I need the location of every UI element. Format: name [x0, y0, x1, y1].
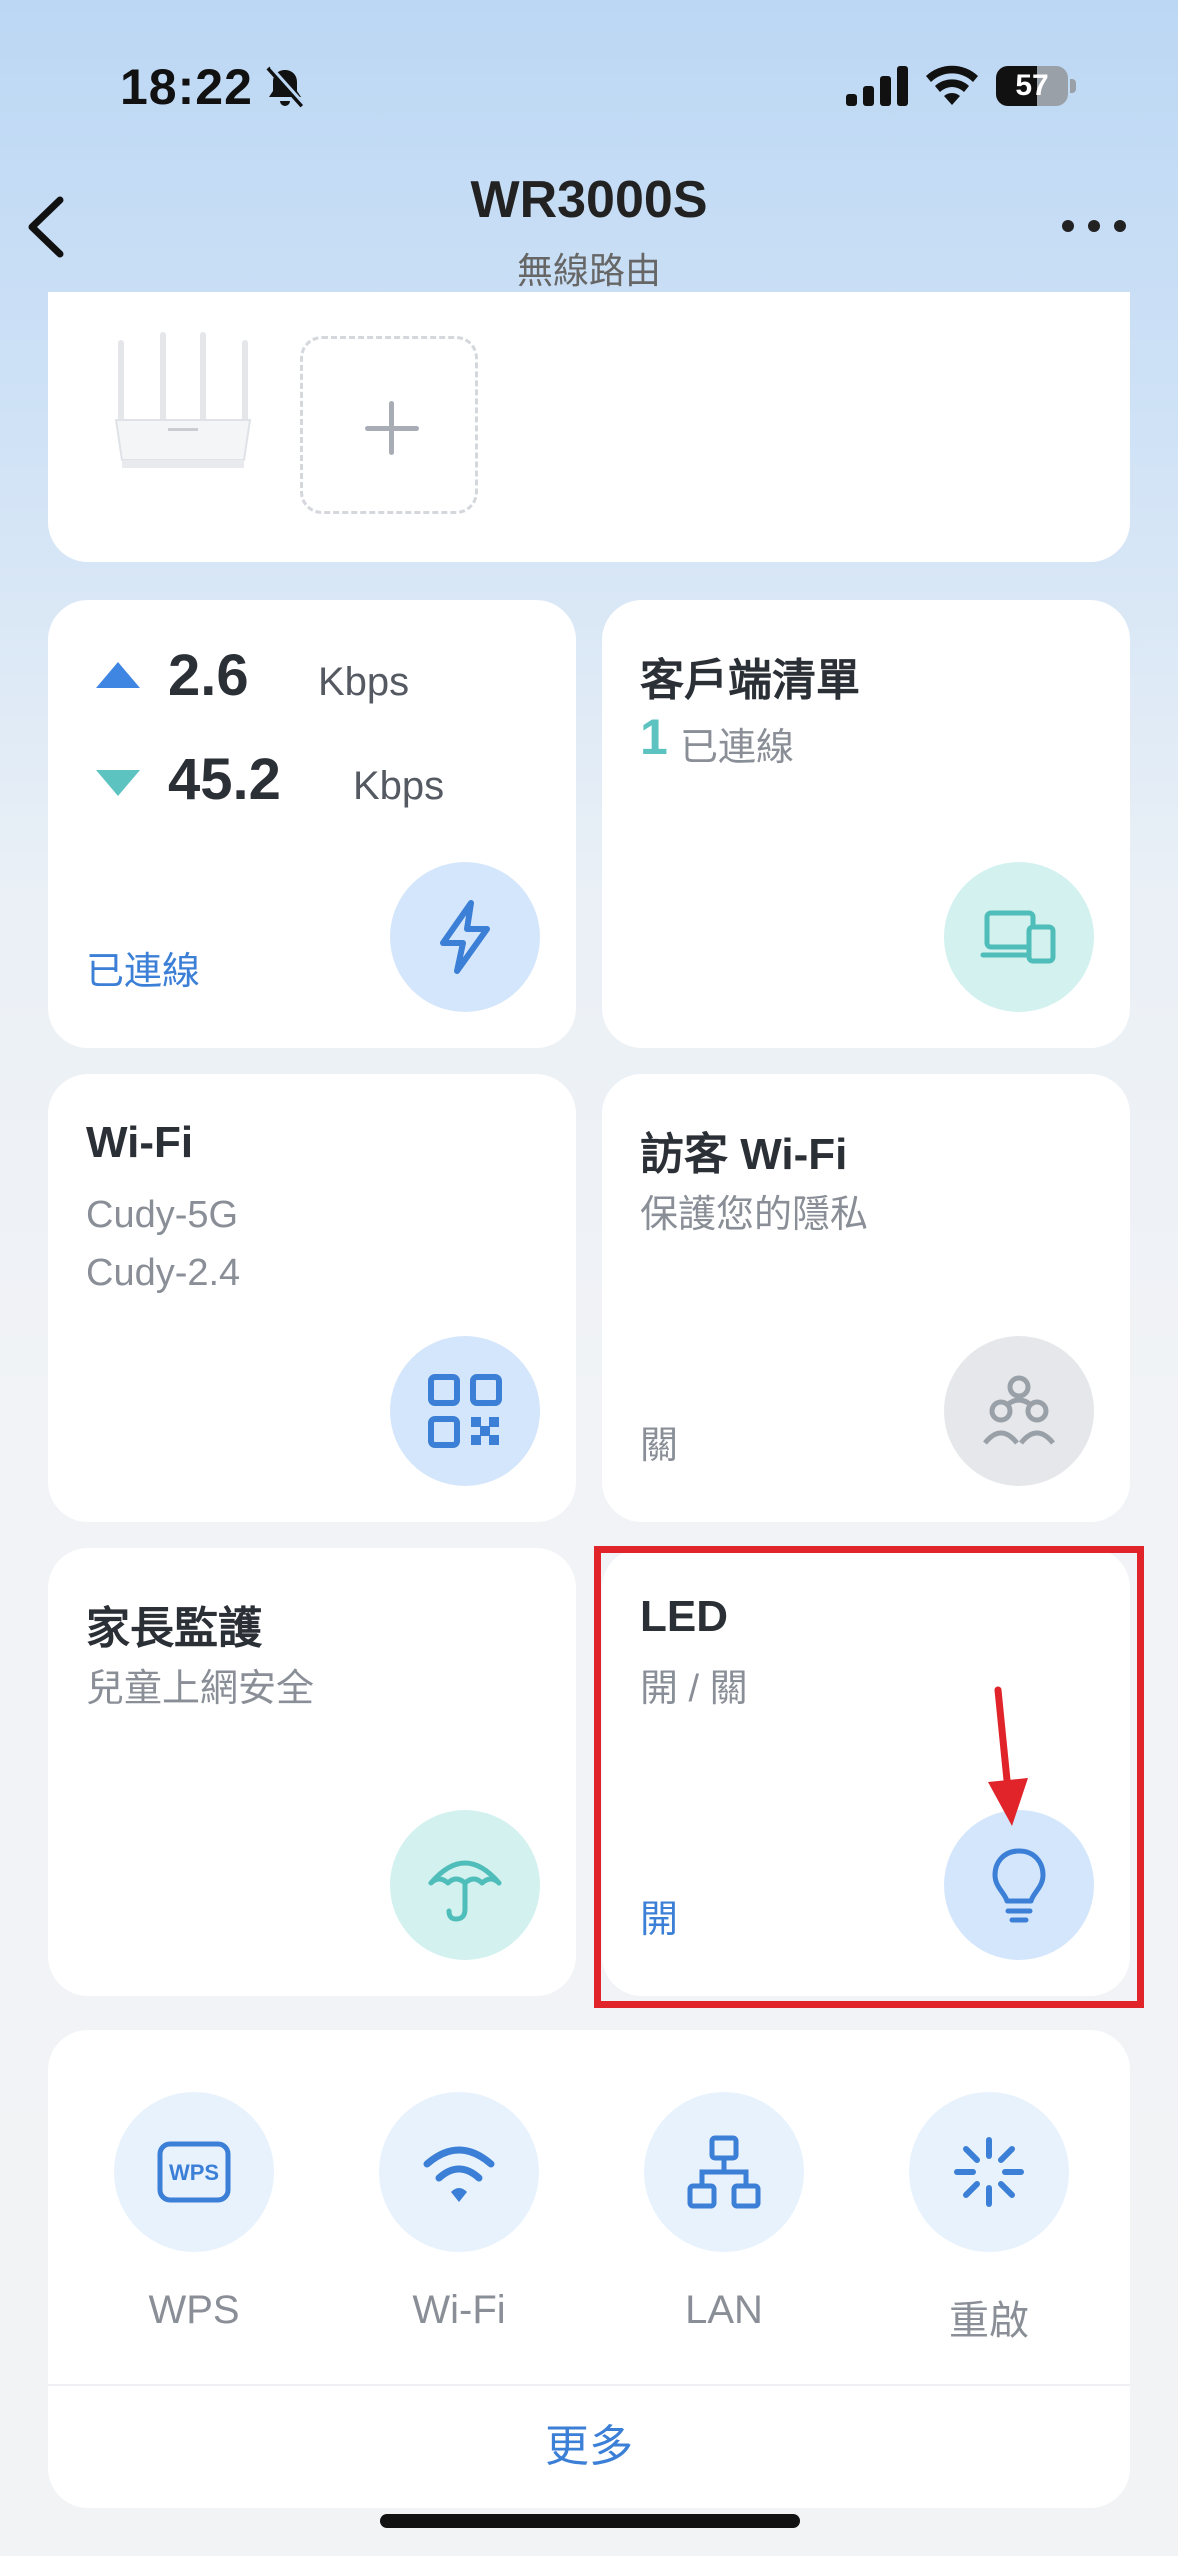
device-card	[48, 292, 1130, 562]
qr-code-icon	[428, 1374, 502, 1448]
speed-test-button[interactable]	[390, 862, 540, 1012]
restart-icon	[954, 2137, 1024, 2207]
ssid-24: Cudy-2.4	[86, 1252, 241, 1294]
devices-icon	[980, 910, 1056, 964]
lan-icon	[687, 2135, 761, 2209]
more-options-icon[interactable]	[1062, 210, 1126, 240]
wifi-tile[interactable]: Wi-Fi Cudy-5G Cudy-2.4	[48, 1074, 576, 1522]
wifi-label: Wi-Fi	[412, 2288, 506, 2332]
guest-wifi-status: 關	[640, 1425, 679, 1467]
router-image[interactable]	[108, 330, 258, 480]
client-list-button[interactable]	[944, 862, 1094, 1012]
status-time: 18:22	[120, 59, 253, 115]
parental-control-subtitle: 兒童上網安全	[86, 1668, 315, 1710]
wifi-title: Wi-Fi	[86, 1118, 194, 1167]
upload-value: 2.6	[168, 643, 249, 708]
lan-button[interactable]	[644, 2092, 804, 2252]
page-subtitle: 無線路由	[516, 250, 661, 291]
wps-label: WPS	[148, 2288, 240, 2332]
connection-status: 已連線	[86, 951, 201, 993]
guest-wifi-button[interactable]	[944, 1336, 1094, 1486]
umbrella-icon	[428, 1860, 502, 1922]
battery-percent: 57	[1015, 69, 1049, 102]
red-arrow-annotation	[988, 1686, 1028, 1826]
battery-icon: 57	[996, 66, 1076, 106]
guest-wifi-title: 訪客 Wi-Fi	[640, 1130, 848, 1179]
parental-control-button[interactable]	[390, 1810, 540, 1960]
silent-bell-icon	[266, 65, 307, 108]
guest-people-icon	[983, 1375, 1055, 1445]
restart-label: 重啟	[949, 2299, 1029, 2343]
page-title: WR3000S	[470, 171, 708, 229]
wps-icon-text: WPS	[169, 2160, 219, 2185]
download-arrow-icon	[96, 770, 140, 796]
status-bar: 18:22 57	[0, 0, 1178, 170]
restart-button[interactable]	[909, 2092, 1069, 2252]
lightning-icon	[440, 900, 490, 974]
divider	[48, 2384, 1130, 2386]
parental-control-title: 家長監護	[86, 1604, 262, 1653]
wifi-qr-button[interactable]	[390, 1336, 540, 1486]
upload-arrow-icon	[96, 662, 140, 688]
upload-unit: Kbps	[318, 660, 410, 704]
wifi-status-icon	[926, 65, 978, 105]
wps-button[interactable]: WPS	[114, 2092, 274, 2252]
home-indicator	[380, 2514, 800, 2528]
wps-icon: WPS	[157, 2141, 231, 2203]
client-count-label: 已連線	[680, 727, 795, 769]
highlight-box	[594, 1546, 1144, 2008]
client-list-tile[interactable]: 客戶端清單 1 已連線	[602, 600, 1130, 1048]
wifi-icon	[423, 2146, 495, 2202]
add-device-button[interactable]	[300, 336, 478, 514]
wifi-ssid-list: Cudy-5G Cudy-2.4	[86, 1186, 240, 1302]
guest-wifi-tile[interactable]: 訪客 Wi-Fi 保護您的隱私 關	[602, 1074, 1130, 1522]
quick-actions-card: WPS WPS Wi-Fi LAN 重啟 更多	[48, 2030, 1130, 2508]
ssid-5g: Cudy-5G	[86, 1194, 239, 1236]
lan-label: LAN	[685, 2288, 763, 2332]
wifi-toggle-button[interactable]	[379, 2092, 539, 2252]
speed-tile[interactable]: 2.6 Kbps 45.2 Kbps 已連線	[48, 600, 576, 1048]
download-value: 45.2	[168, 747, 281, 812]
nav-bar: WR3000S 無線路由	[0, 160, 1178, 291]
cellular-signal-icon	[846, 66, 908, 106]
guest-wifi-subtitle: 保護您的隱私	[640, 1194, 869, 1236]
parental-control-tile[interactable]: 家長監護 兒童上網安全	[48, 1548, 576, 1996]
more-link[interactable]: 更多	[48, 2410, 1130, 2474]
download-unit: Kbps	[353, 764, 445, 808]
client-list-title: 客戶端清單	[640, 656, 860, 705]
client-count: 1	[640, 709, 668, 765]
